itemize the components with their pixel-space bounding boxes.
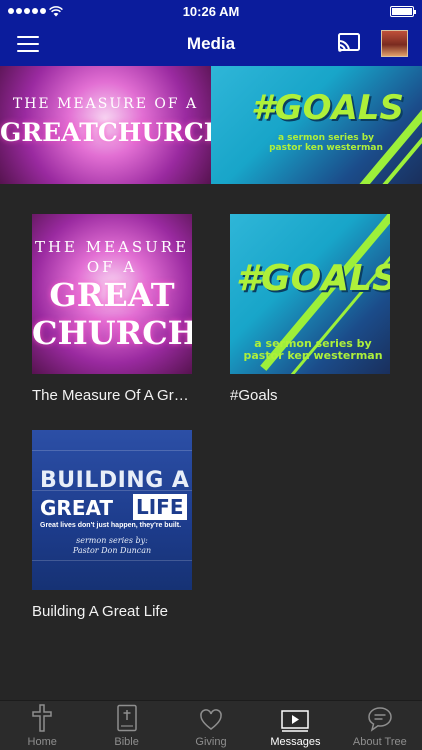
heart-icon <box>200 709 222 730</box>
tab-label: Giving <box>195 736 227 748</box>
series-title: #Goals <box>230 387 278 404</box>
thumb-art-text: GREAT <box>40 496 114 520</box>
thumb-art-text: sermon series by: <box>76 536 148 545</box>
bible-icon <box>116 704 137 732</box>
play-icon <box>281 710 310 732</box>
battery-icon <box>390 5 416 17</box>
series-card-building-a-great-life[interactable]: BUILDING A GREAT LIFE Great lives don't … <box>32 430 192 620</box>
thumb-art-text: CHURCH <box>32 314 192 352</box>
series-card-measure-of-a-great-church[interactable]: THE MEASURE OF A GREAT CHURCH The Measur… <box>32 214 192 404</box>
app-header: Media <box>0 22 422 66</box>
series-thumbnail: #GOALS a sermon series by pastor ken wes… <box>230 214 390 374</box>
banner-art-text: #GOALS <box>251 88 404 128</box>
tab-about-tree[interactable]: About Tree <box>338 701 422 750</box>
thumb-art-text: THE MEASURE <box>34 238 190 256</box>
cast-icon[interactable] <box>337 32 361 54</box>
tab-bible[interactable]: Bible <box>84 701 168 750</box>
series-title: The Measure Of A Great Church <box>32 387 192 404</box>
avatar[interactable] <box>381 30 408 57</box>
tab-home[interactable]: Home <box>0 701 84 750</box>
series-card-goals[interactable]: #GOALS a sermon series by pastor ken wes… <box>230 214 390 404</box>
featured-banner-goals[interactable]: #GOALS a sermon series by pastor ken wes… <box>211 66 422 184</box>
clock: 10:26 AM <box>182 3 240 19</box>
tab-label: Messages <box>270 736 321 748</box>
banner-art-text: THE MEASURE OF A <box>12 96 199 112</box>
series-thumbnail: BUILDING A GREAT LIFE Great lives don't … <box>32 430 192 590</box>
status-bar: 10:26 AM <box>0 0 422 22</box>
menu-button[interactable] <box>17 36 39 52</box>
hamburger-icon <box>17 36 39 38</box>
tab-label: Home <box>27 736 57 748</box>
thumb-art-text: Pastor Don Duncan <box>72 546 152 556</box>
series-title: Building A Great Life <box>32 603 168 620</box>
featured-carousel: THE MEASURE OF A GREATCHURCH #GOALS a se… <box>0 66 422 184</box>
series-thumbnail: THE MEASURE OF A GREAT CHURCH <box>32 214 192 374</box>
banner-art-text: GREATCHURCH <box>0 118 211 147</box>
thumb-art-text: Great lives don't just happen, they're b… <box>40 522 182 529</box>
thumb-art-text: OF A <box>86 258 138 276</box>
thumb-art-text: BUILDING A <box>40 468 190 493</box>
tab-bar: Home Bible Giving Messages About Tree <box>0 700 422 750</box>
cross-icon <box>32 704 52 732</box>
thumb-art-text: #GOALS <box>236 258 390 299</box>
tab-label: Bible <box>114 736 139 748</box>
thumb-art-text: GREAT <box>49 276 175 314</box>
banner-art-text: pastor ken westerman <box>269 142 383 153</box>
thumb-art-text: LIFE <box>133 494 187 520</box>
chat-icon <box>368 707 392 732</box>
thumb-art-text: pastor ken westerman <box>243 349 383 363</box>
tab-giving[interactable]: Giving <box>169 701 253 750</box>
featured-banner-measure-of-a-great-church[interactable]: THE MEASURE OF A GREATCHURCH <box>0 66 211 184</box>
tab-messages[interactable]: Messages <box>253 701 337 750</box>
tab-label: About Tree <box>352 736 407 748</box>
